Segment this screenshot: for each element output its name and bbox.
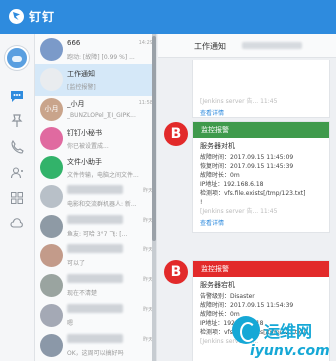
conversation-avatar <box>40 156 63 179</box>
conversation-preview: [监控报警] <box>67 84 96 91</box>
conversation-preview: OK，这周可以搞好吗 <box>67 350 124 357</box>
bot-avatar: B <box>164 260 188 284</box>
my-avatar[interactable] <box>5 46 29 70</box>
conversation-time: 14:29 <box>138 40 153 46</box>
conversation-avatar: 小月 <box>40 98 63 121</box>
view-details-link[interactable]: 查看详情 <box>200 219 322 228</box>
conversation-preview: _BUNZLOPel_][I_GIPK... <box>67 112 136 119</box>
app-logo: 钉钉 <box>9 8 55 25</box>
conversation-preview: 跑动: [故障] [0.99 %] ... <box>67 54 135 61</box>
conversation-name: _小月 <box>67 100 85 108</box>
view-details-link[interactable]: 查看详情 <box>200 109 322 118</box>
card-row: 告警级别：Disaster <box>200 293 255 300</box>
conversation-avatar <box>40 274 63 297</box>
app-title: 钉钉 <box>29 10 56 24</box>
conversation-name-redacted <box>67 304 123 313</box>
conversation-item[interactable]: 嗯昨天 <box>35 300 156 332</box>
watermark: 运维网 iyunv.com <box>232 312 336 361</box>
dingtalk-logo-icon <box>9 9 24 24</box>
conversation-name-redacted <box>67 334 123 343</box>
card-title: 服务器对机 <box>200 142 235 150</box>
card-title: 服务器宕机 <box>200 281 235 289</box>
conversation-item[interactable]: 钉钉小秘书你已被设置成... <box>35 123 156 155</box>
conversation-item[interactable]: 鱼友: 可哈 3°7 飞: [... 昨天 <box>35 211 156 243</box>
conversation-name-redacted <box>67 185 123 194</box>
pin-icon[interactable] <box>10 114 24 128</box>
cloud-icon[interactable] <box>10 216 24 230</box>
conversation-avatar <box>40 304 63 327</box>
card-row: IP地址：192.168.6.18 <box>200 181 264 188</box>
phone-icon[interactable] <box>10 140 24 154</box>
card-header: 监控报警 <box>193 122 329 138</box>
card-row: 故障时长：0m <box>200 172 240 179</box>
conversation-preview: 现在不清楚 <box>67 290 98 297</box>
watermark-logo-icon <box>232 316 260 344</box>
conversation-preview: 电影和交流群机器人: 新... <box>67 201 137 208</box>
conversation-name: 钉钉小秘书 <box>67 129 102 137</box>
conversation-name-redacted <box>67 244 123 253</box>
conversation-item[interactable]: 工作通知 [监控报警] <box>35 64 156 96</box>
dingtalk-window: 钉钉 OK，这周可以搞好吗 昨天嗯昨天 现在不清楚 昨天 可以了 昨天 鱼友: 可哈 3°7… <box>0 0 336 361</box>
conversation-preview: 你已被设置成... <box>67 143 109 150</box>
left-nav-rail <box>0 34 35 361</box>
conversation-avatar <box>40 215 63 238</box>
conversation-name: 文件小助手 <box>67 158 102 166</box>
chat-icon[interactable] <box>10 89 24 103</box>
conversation-time: 11:58 <box>138 100 153 106</box>
bot-avatar: B <box>164 122 188 146</box>
conversation-name: 666 <box>67 39 81 47</box>
message-card: 监控报警 服务器对机 故障时间：2017.09.15 11:45:09 恢复时间… <box>192 121 330 233</box>
conversation-preview: 嗯 <box>67 320 74 327</box>
conversation-avatar <box>40 334 63 357</box>
watermark-cn: 运维网 <box>264 322 313 341</box>
list-scroll-thumb[interactable] <box>152 36 156 241</box>
conversation-item[interactable]: 可以了 昨天 <box>35 240 156 272</box>
conversation-list[interactable]: OK，这周可以搞好吗 昨天嗯昨天 现在不清楚 昨天 可以了 昨天 鱼友: 可哈 3°7 飞:… <box>35 34 157 361</box>
conversation-avatar <box>40 38 63 61</box>
conversation-item[interactable]: 电影和交流群机器人: 新... 昨天 <box>35 181 156 213</box>
message-card-partial: [Jenkins server 告... 11:45 查看详情 <box>192 60 330 118</box>
chat-header: 工作通知 <box>158 34 336 58</box>
watermark-en: iyunv.com <box>250 343 330 359</box>
card-row: 恢复时间：2017.09.15 11:45:39 <box>200 163 294 170</box>
conversation-item[interactable]: 文件小助手文件传输，电脑之间文件... <box>35 152 156 184</box>
conversation-item[interactable]: OK，这周可以搞好吗 昨天 <box>35 330 156 361</box>
conversation-item[interactable]: 现在不清楚 昨天 <box>35 270 156 302</box>
card-meta: [Jenkins server 告... 11:45 <box>200 98 278 105</box>
card-row: ! <box>200 199 203 206</box>
conversation-avatar <box>40 185 63 208</box>
card-meta: [Jenkins server 告... 11:45 <box>200 208 278 215</box>
conversation-avatar <box>40 127 63 150</box>
list-scrollbar[interactable] <box>152 34 156 361</box>
conversation-name-redacted <box>67 215 123 224</box>
conversation-name-redacted <box>67 274 123 283</box>
conversation-preview: 文件传输，电脑之间文件... <box>67 172 139 179</box>
conversation-avatar <box>40 244 63 267</box>
conversation-preview: 鱼友: 可哈 3°7 飞: [... <box>67 231 128 238</box>
conversation-avatar <box>40 68 63 91</box>
apps-icon[interactable] <box>10 191 24 205</box>
card-row: 检测项：vfs.file.exists[/tmp/123.txt] <box>200 190 306 197</box>
card-row: 故障时间：2017.09.15 11:54:39 <box>200 302 294 309</box>
contacts-icon[interactable] <box>10 166 24 180</box>
conversation-item[interactable]: 666 跑动: [故障] [0.99 %] ... 14:29 <box>35 34 156 66</box>
card-row: 故障时间：2017.09.15 11:45:09 <box>200 154 294 161</box>
conversation-name: 工作通知 <box>67 70 95 78</box>
conversation-item[interactable]: 小月 _小月 _BUNZLOPel_][I_GIPK... 11:58 <box>35 94 156 126</box>
title-bar: 钉钉 <box>0 0 336 34</box>
chat-subtitle-redacted <box>242 42 302 49</box>
conversation-preview: 可以了 <box>67 260 86 267</box>
card-header: 监控报警 <box>193 261 329 277</box>
chat-title: 工作通知 <box>194 42 226 51</box>
